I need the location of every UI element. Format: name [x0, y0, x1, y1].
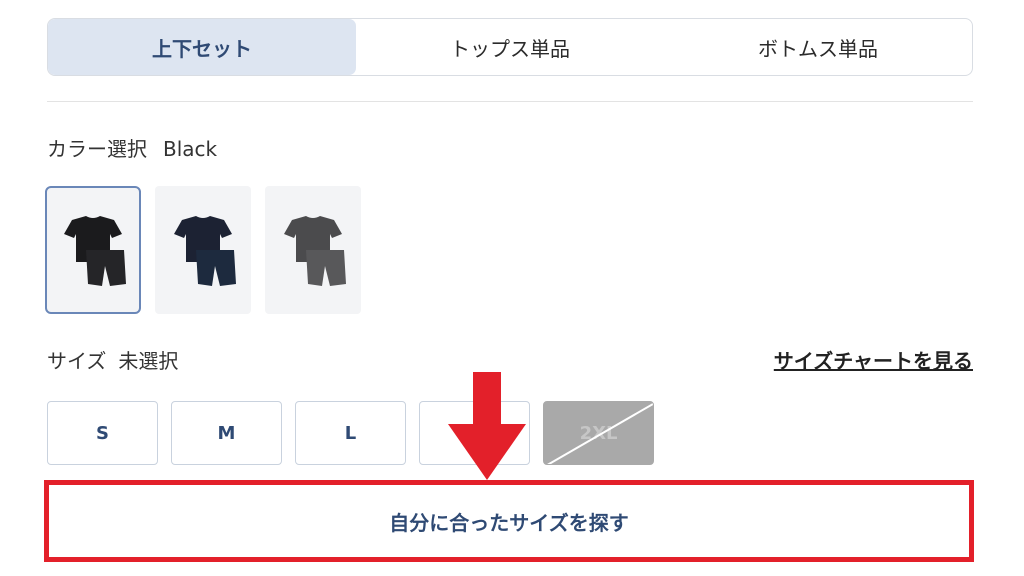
- size-selection-label: サイズ 未選択: [47, 345, 178, 374]
- selected-size-value: 未選択: [118, 349, 179, 373]
- swatch-navy[interactable]: [155, 186, 251, 314]
- swatch-black[interactable]: [45, 186, 141, 314]
- down-arrow-annotation-icon: [448, 372, 526, 480]
- black-setup-thumbnail: [64, 216, 126, 286]
- swatch-charcoal[interactable]: [265, 186, 361, 314]
- tab-set[interactable]: 上下セット: [48, 19, 356, 75]
- size-button-s[interactable]: S: [47, 401, 158, 465]
- find-size-label: 自分に合ったサイズを探す: [389, 510, 629, 535]
- selected-color-value: Black: [163, 137, 218, 161]
- navy-setup-thumbnail: [174, 216, 236, 286]
- size-button-m[interactable]: M: [171, 401, 282, 465]
- color-selection-label: カラー選択 Black: [47, 133, 217, 162]
- color-label-text: カラー選択: [47, 137, 147, 161]
- size-options: S M L XL 2XL: [47, 401, 654, 465]
- color-swatches: [45, 186, 361, 314]
- charcoal-setup-thumbnail: [284, 216, 346, 286]
- size-button-2xl: 2XL: [543, 401, 654, 465]
- find-my-size-button[interactable]: 自分に合ったサイズを探す: [44, 480, 974, 562]
- tab-bottoms-only[interactable]: ボトムス単品: [664, 19, 972, 75]
- divider: [47, 101, 973, 102]
- size-button-l[interactable]: L: [295, 401, 406, 465]
- tab-tops-only[interactable]: トップス単品: [356, 19, 664, 75]
- set-type-tabs: 上下セット トップス単品 ボトムス単品: [47, 18, 973, 76]
- size-chart-link[interactable]: サイズチャートを見る: [774, 345, 973, 374]
- size-label-text: サイズ: [47, 349, 107, 373]
- sold-out-slash: [544, 402, 653, 464]
